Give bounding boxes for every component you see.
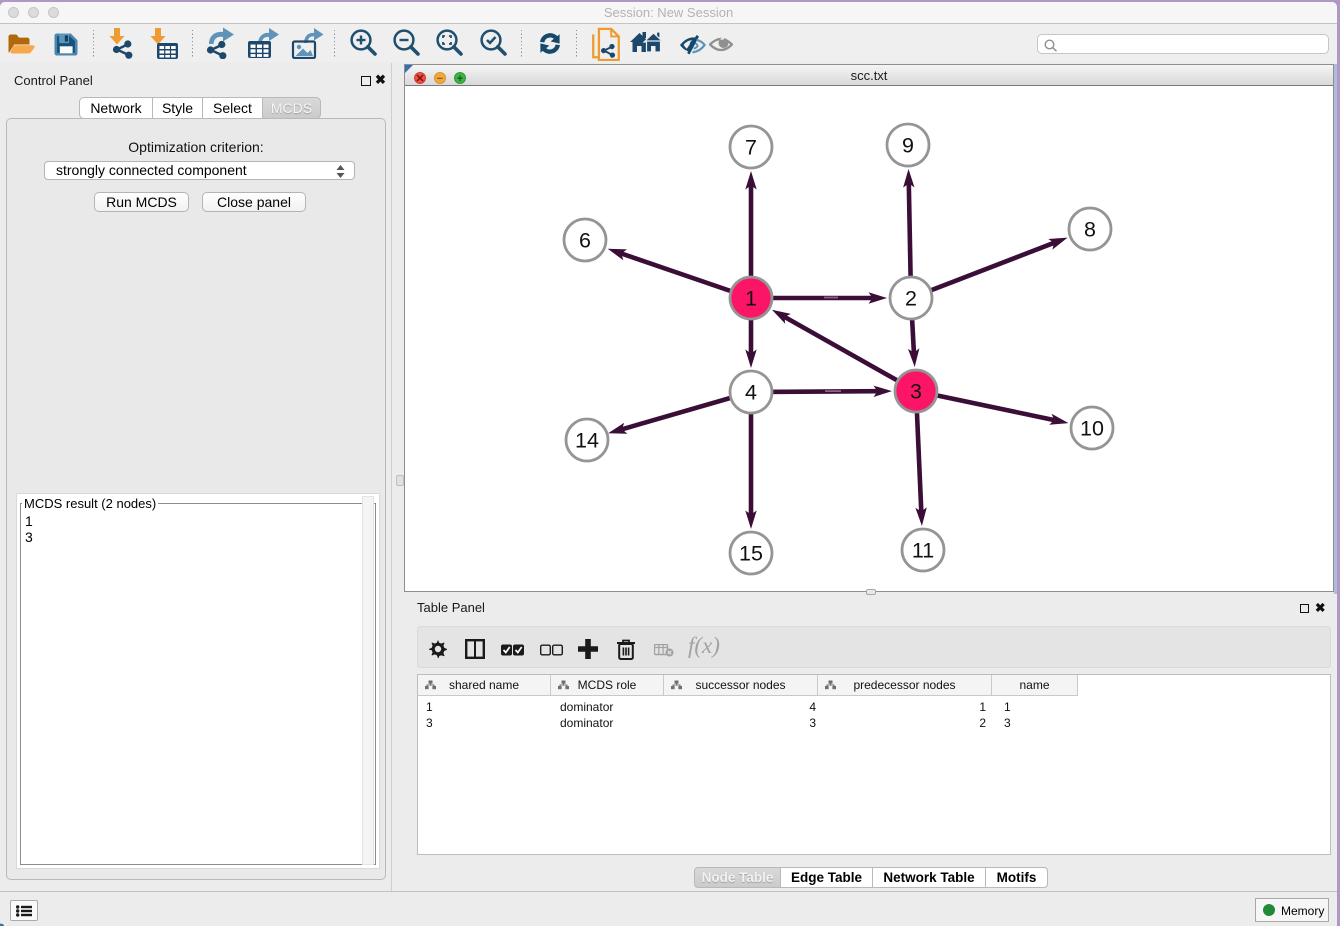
svg-text:7: 7 [745, 136, 757, 160]
svg-text:4: 4 [745, 381, 757, 405]
svg-text:6: 6 [579, 229, 591, 253]
svg-text:15: 15 [739, 542, 763, 566]
svg-text:11: 11 [912, 539, 934, 563]
svg-text:14: 14 [575, 429, 599, 453]
svg-text:9: 9 [902, 134, 914, 158]
svg-text:8: 8 [1084, 218, 1096, 242]
svg-text:2: 2 [905, 287, 917, 311]
svg-text:3: 3 [910, 380, 922, 404]
svg-text:10: 10 [1080, 417, 1104, 441]
svg-text:1: 1 [745, 287, 757, 311]
